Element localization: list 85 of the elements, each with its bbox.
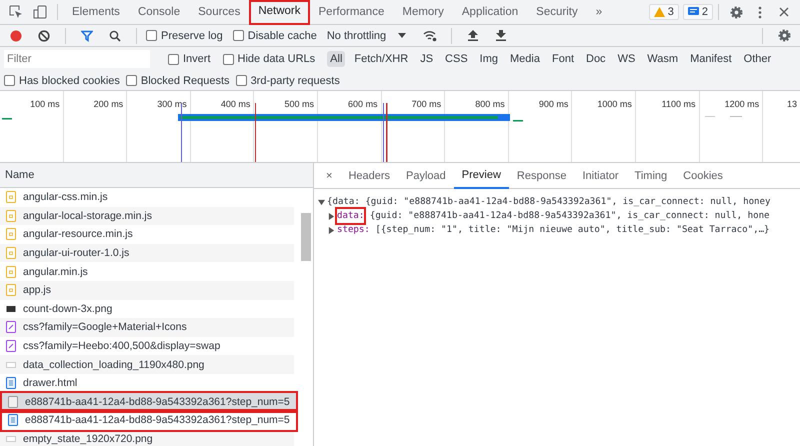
json-key[interactable]: data: [337,209,364,223]
expanded-triangle-icon[interactable] [318,198,325,206]
script-file-icon [6,228,16,240]
type-filter-chip[interactable]: WS [614,51,638,67]
checkbox[interactable] [232,30,244,41]
more-tabs-button[interactable]: » [586,0,612,24]
stylesheet-file-icon [6,321,16,334]
checkbox[interactable] [168,54,179,64]
panel-tab[interactable]: Elements [63,0,129,24]
script-file-icon [6,210,16,222]
time-tick-label: 1000 ms [597,99,632,109]
type-filter-chip[interactable]: Doc [583,51,609,67]
script-file-icon [6,266,16,278]
panel-tab[interactable]: Memory [393,0,453,24]
warnings-badge[interactable]: 3 [648,4,679,20]
type-filter-chip[interactable]: CSS [442,51,471,67]
type-filter-chip[interactable]: Font [548,51,577,67]
type-filter-chip[interactable]: Manifest [687,51,735,67]
time-tick-label: 100 ms [30,99,60,109]
detail-tab[interactable]: Initiator [574,162,627,188]
request-row[interactable]: app.js [0,280,294,300]
type-filter-chip[interactable]: Other [740,51,774,67]
panel-tab[interactable]: Security [527,0,587,24]
type-filter-chip[interactable]: Wasm [644,51,682,67]
throttling-dropdown[interactable]: No throttling [326,30,386,42]
panel-tab[interactable]: Performance [310,0,394,24]
time-tick-label: 600 ms [348,99,378,109]
json-line: {data: {guid: "e888741b-aa41-12a4-bd88-9a543392a361", is_car_connect: null, honey [327,196,770,209]
type-filter-chip[interactable]: Media [507,51,543,67]
detail-tab[interactable]: Payload [398,162,454,188]
checkbox-label: Has blocked cookies [19,74,120,86]
time-tick-label: 800 ms [475,99,505,109]
checkbox-label: Invert [183,53,211,65]
type-filter-chip[interactable]: Img [476,51,502,67]
detail-tab[interactable]: Response [508,162,574,188]
filter-field[interactable]: Filter [4,50,150,68]
messages-badge[interactable]: 2 [682,4,713,20]
time-tick-label: 1100 ms [662,99,696,109]
time-tick-label: 400 ms [220,99,250,109]
detail-tab[interactable]: Cookies [675,162,731,188]
checkbox-label: Disable cache [248,30,317,42]
document-file-icon [6,377,16,390]
script-file-icon [6,247,16,260]
detail-tab[interactable]: Preview [454,162,509,188]
time-tick-label: 200 ms [94,99,124,109]
panel-tab[interactable]: Network [249,0,310,24]
time-tick-label: 900 ms [538,99,568,109]
checkbox[interactable] [236,75,247,86]
request-row[interactable]: angular-local-storage.min.js [0,206,294,226]
time-tick-label: 700 ms [412,99,442,109]
checkbox[interactable] [4,75,15,86]
close-button[interactable]: × [318,162,340,188]
detail-tab[interactable]: Timing [626,162,676,188]
json-value: [{step_num: "1", title: "Mijn nieuwe auto", title_sub: "Seat Tarraco",…} [374,224,770,237]
type-filter-chip[interactable]: JS [417,51,436,67]
detail-tab[interactable]: Headers [340,162,398,188]
document-file-icon [8,414,18,426]
time-tick-label: 1200 ms [724,99,760,109]
panel-tab[interactable]: Sources [189,0,250,24]
checkbox[interactable] [146,30,157,41]
collapsed-triangle-icon[interactable] [328,226,335,234]
script-file-icon [6,284,16,296]
column-header: Name [5,169,34,181]
script-file-icon [6,191,16,204]
checkbox-label: 3rd-party requests [250,74,340,86]
checkbox[interactable] [222,54,234,64]
collapsed-triangle-icon[interactable] [328,212,335,220]
scrollbar-thumb[interactable] [301,213,311,261]
request-row[interactable]: angular-ui-router-1.0.js [0,244,294,262]
stylesheet-file-icon [6,340,16,352]
panel-tab[interactable]: Application [452,0,528,24]
type-filter-chip[interactable]: Fetch/XHR [351,51,412,67]
checkbox-label: Blocked Requests [140,74,230,86]
panel-tab[interactable]: Console [128,0,190,24]
checkbox-label: Hide data URLs [238,53,316,65]
json-key[interactable]: steps: [337,223,370,237]
json-value: {guid: "e888741b-aa41-12a4-bd88-9a543392a361", is_car_connect: null, hone [368,210,770,223]
time-tick-label: 13 [786,99,797,109]
time-tick-label: 500 ms [284,99,314,109]
type-filter-chip[interactable]: All [327,51,346,67]
blank-file-icon [8,396,18,408]
checkbox[interactable] [126,75,137,86]
request-row[interactable]: css?family=Google+Material+Icons [0,318,294,337]
checkbox-label: Preserve log [161,30,223,42]
request-row[interactable]: data_collection_loading_1190x480.png [0,355,294,374]
